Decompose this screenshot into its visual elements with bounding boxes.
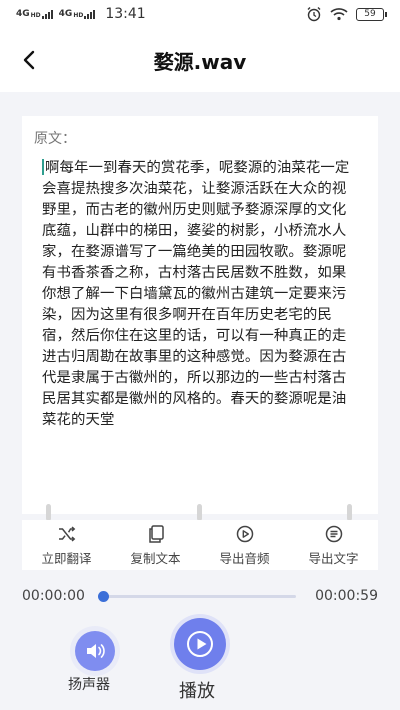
original-text-label: 原文： bbox=[34, 131, 76, 147]
export-text-button[interactable]: 导出文字 bbox=[289, 520, 378, 570]
play-button[interactable] bbox=[170, 614, 230, 674]
playback-progress: 00:00:00 00:00:59 bbox=[0, 586, 400, 610]
speaker-label: 扬声器 bbox=[68, 677, 110, 693]
transcript-card: 原文： 啊每年一到春天的赏花季，呢婺源的油菜花一定会喜提热搜多次油菜花，让婺源活… bbox=[22, 116, 378, 521]
export-audio-button[interactable]: 导出音频 bbox=[200, 520, 289, 570]
copy-icon bbox=[148, 524, 164, 543]
progress-track[interactable] bbox=[98, 591, 296, 602]
current-time: 00:00:00 bbox=[22, 588, 85, 604]
speaker-button[interactable] bbox=[70, 626, 120, 676]
export-audio-label: 导出音频 bbox=[219, 550, 270, 566]
text-lines-icon bbox=[325, 525, 342, 542]
total-time: 00:00:59 bbox=[315, 588, 378, 604]
signal-bars-icon bbox=[41, 10, 53, 19]
page-title: 婺源.wav bbox=[153, 49, 247, 74]
play-circle-icon bbox=[236, 525, 253, 542]
signal-indicator-1: 4G HD bbox=[16, 9, 53, 19]
transcript-text: 啊每年一到春天的赏花季，呢婺源的油菜花一定会喜提热搜多次油菜花，让婺源活跃在大众… bbox=[42, 160, 350, 428]
signal-bars-icon bbox=[84, 10, 96, 19]
progress-knob[interactable] bbox=[98, 591, 109, 602]
transcript-text-area[interactable]: 啊每年一到春天的赏花季，呢婺源的油菜花一定会喜提热搜多次油菜花，让婺源活跃在大众… bbox=[42, 158, 360, 431]
network-hd-1: HD bbox=[30, 12, 41, 19]
scroll-indicator bbox=[197, 504, 202, 521]
battery-icon: 59 bbox=[356, 7, 387, 21]
text-cursor bbox=[42, 159, 44, 175]
status-bar: 4G HD 4G HD 13:41 59 bbox=[0, 0, 400, 28]
network-type-2: 4G bbox=[58, 9, 73, 19]
speaker-button-inner bbox=[75, 631, 115, 671]
status-time: 13:41 bbox=[105, 6, 146, 22]
play-label: 播放 bbox=[179, 681, 215, 702]
network-type-1: 4G bbox=[16, 9, 30, 19]
back-icon[interactable] bbox=[18, 48, 42, 72]
scroll-indicator bbox=[46, 504, 51, 521]
header: 婺源.wav bbox=[0, 28, 400, 92]
action-toolbar: 立即翻译 复制文本 导出音频 导出文字 bbox=[22, 520, 378, 570]
speaker-icon bbox=[87, 644, 105, 658]
scroll-indicator bbox=[347, 504, 352, 521]
translate-button[interactable]: 立即翻译 bbox=[22, 520, 111, 570]
play-button-inner bbox=[174, 618, 226, 670]
copy-text-button[interactable]: 复制文本 bbox=[111, 520, 200, 570]
signal-indicator-2: 4G HD bbox=[59, 9, 96, 19]
wifi-icon bbox=[330, 8, 348, 21]
play-icon bbox=[187, 631, 213, 657]
shuffle-icon bbox=[58, 525, 75, 542]
copy-text-label: 复制文本 bbox=[130, 550, 181, 566]
network-hd-2: HD bbox=[73, 12, 84, 19]
export-text-label: 导出文字 bbox=[308, 550, 359, 566]
translate-label: 立即翻译 bbox=[41, 550, 92, 566]
alarm-icon bbox=[307, 7, 321, 22]
